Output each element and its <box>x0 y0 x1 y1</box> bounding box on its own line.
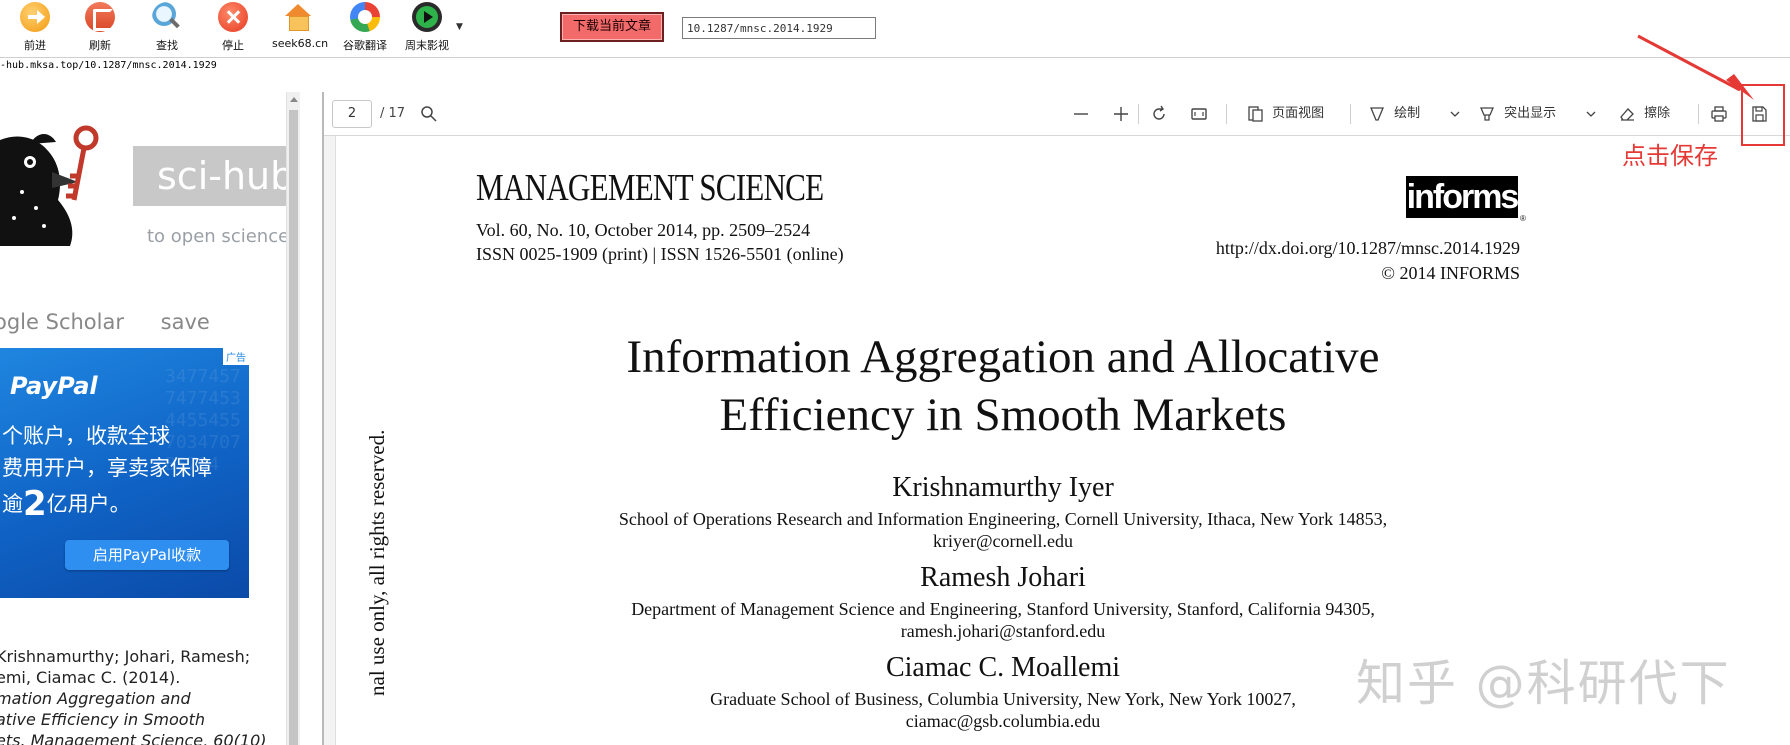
journal-volume: Vol. 60, No. 10, October 2014, pp. 2509–… <box>476 220 811 240</box>
author-affiliation: Department of Management Science and Eng… <box>631 599 1375 619</box>
highlighter-icon <box>1480 106 1494 121</box>
fit-page-icon <box>1191 107 1207 120</box>
paypal-ad[interactable]: 3477457747745344554557034707B5784 广告 Pay… <box>0 348 249 598</box>
click-save-annotation: 点击保存 <box>1622 142 1718 170</box>
draw-options-chevron-icon[interactable] <box>1450 102 1460 126</box>
stop-button[interactable]: 停止 <box>207 2 259 52</box>
google-scholar-link[interactable]: ogle Scholar <box>0 310 124 334</box>
page-view-icon <box>1248 105 1263 122</box>
vertical-rights-note: nal use only, all rights reserved. <box>365 429 389 696</box>
google-translate-button[interactable]: 谷歌翻译 <box>339 2 391 52</box>
scihub-panel: sci-hub to open science ogle Scholar sav… <box>0 92 286 745</box>
pdf-toolbar: 2 / 17 页面视图 绘制 突出显示 擦除 <box>324 92 1790 136</box>
search-icon <box>421 105 437 122</box>
paper-title: Information Aggregation and Allocative E… <box>626 331 1380 441</box>
page-view-button[interactable]: 页面视图 <box>1246 102 1324 126</box>
stop-label: 停止 <box>222 39 244 52</box>
ad-line-2: 费用开户，享卖家保障 <box>2 456 212 480</box>
scroll-up-icon[interactable] <box>290 97 298 102</box>
draw-button[interactable]: 绘制 <box>1368 102 1420 126</box>
ad-cta-button[interactable]: 启用PayPal收款 <box>65 540 229 570</box>
google-icon <box>350 2 380 32</box>
save-highlight-box <box>1741 84 1785 146</box>
find-label: 查找 <box>156 39 178 52</box>
find-in-document-button[interactable] <box>420 102 438 126</box>
journal-issn: ISSN 0025-1909 (print) | ISSN 1526-5501 … <box>476 244 844 264</box>
ad-line-3: 逾2亿用户。 <box>2 484 131 524</box>
refresh-label: 刷新 <box>89 39 111 52</box>
page-total: / 17 <box>380 106 406 121</box>
browser-toolbar: 前进 刷新 查找 停止 seek68.cn 谷歌翻译 周末影视 ▼ 下载当前文章 <box>0 0 1790 58</box>
pen-icon <box>1370 106 1384 121</box>
raven-logo-icon <box>0 125 99 246</box>
seek68-label: seek68.cn <box>272 37 329 50</box>
search-icon <box>152 2 182 32</box>
save-link[interactable]: save <box>161 310 210 334</box>
left-scrollbar[interactable] <box>286 92 300 745</box>
author-name: Krishnamurthy Iyer <box>892 472 1114 503</box>
erase-label: 擦除 <box>1644 106 1671 121</box>
paypal-brand: PayPal <box>10 372 98 400</box>
home-icon <box>283 2 313 32</box>
zoom-out-button[interactable] <box>1072 102 1090 126</box>
draw-label: 绘制 <box>1394 106 1421 121</box>
author-email[interactable]: ramesh.johari@stanford.edu <box>483 620 1523 642</box>
forward-label: 前进 <box>24 39 46 52</box>
page-gutter <box>324 136 336 745</box>
highlight-options-chevron-icon[interactable] <box>1586 102 1596 126</box>
scihub-tagline: to open science <box>147 226 286 247</box>
scihub-logo[interactable]: sci-hub <box>133 146 286 206</box>
refresh-button[interactable]: 刷新 <box>74 2 126 52</box>
author-affiliation: School of Operations Research and Inform… <box>618 509 1388 529</box>
zoom-in-button[interactable] <box>1112 102 1130 126</box>
rotate-icon <box>1153 105 1165 120</box>
registered-mark: ® <box>1520 214 1526 223</box>
url-bar[interactable]: -hub.mksa.top/10.1287/mnsc.2014.1929 <box>0 60 1790 76</box>
page-view-label: 页面视图 <box>1272 106 1325 121</box>
ad-line-1: 个账户，收款全球 <box>2 424 170 448</box>
seek68-button[interactable]: seek68.cn <box>272 2 329 52</box>
weekend-video-label: 周末影视 <box>405 39 449 52</box>
watermark: 知乎 @科研代下 <box>1356 655 1731 712</box>
stop-icon <box>218 2 248 32</box>
author-name: Ramesh Johari <box>920 562 1086 593</box>
forward-icon <box>20 2 50 32</box>
rotate-button[interactable] <box>1150 102 1168 126</box>
scroll-thumb[interactable] <box>289 110 298 745</box>
fit-page-button[interactable] <box>1190 102 1208 126</box>
google-translate-label: 谷歌翻译 <box>343 39 387 52</box>
download-article-button[interactable]: 下载当前文章 <box>560 12 664 42</box>
chevron-down-icon[interactable]: ▼ <box>456 22 463 32</box>
minus-icon <box>1074 112 1088 115</box>
page-number-input[interactable]: 2 <box>332 100 372 128</box>
highlight-label: 突出显示 <box>1504 106 1557 121</box>
find-button[interactable]: 查找 <box>141 2 193 52</box>
journal-title: MANAGEMENT SCIENCE <box>476 167 824 209</box>
plus-icon <box>1114 106 1128 121</box>
doi-link[interactable]: http://dx.doi.org/10.1287/mnsc.2014.1929 <box>1216 238 1520 259</box>
forward-button[interactable]: 前进 <box>9 2 61 52</box>
informs-logo: informs <box>1406 176 1519 218</box>
citation: Krishnamurthy; Johari, Ramesh; emi, Ciam… <box>0 647 267 745</box>
copyright: © 2014 INFORMS <box>1381 263 1520 283</box>
doi-input[interactable] <box>682 17 876 39</box>
weekend-video-button[interactable]: 周末影视 <box>401 2 453 52</box>
author-email[interactable]: kriyer@cornell.edu <box>483 530 1523 552</box>
video-icon <box>412 2 442 32</box>
highlight-button[interactable]: 突出显示 <box>1478 102 1556 126</box>
scihub-links: ogle Scholar save <box>0 310 240 334</box>
refresh-icon <box>85 2 115 32</box>
ad-tag[interactable]: 广告 <box>223 348 249 365</box>
